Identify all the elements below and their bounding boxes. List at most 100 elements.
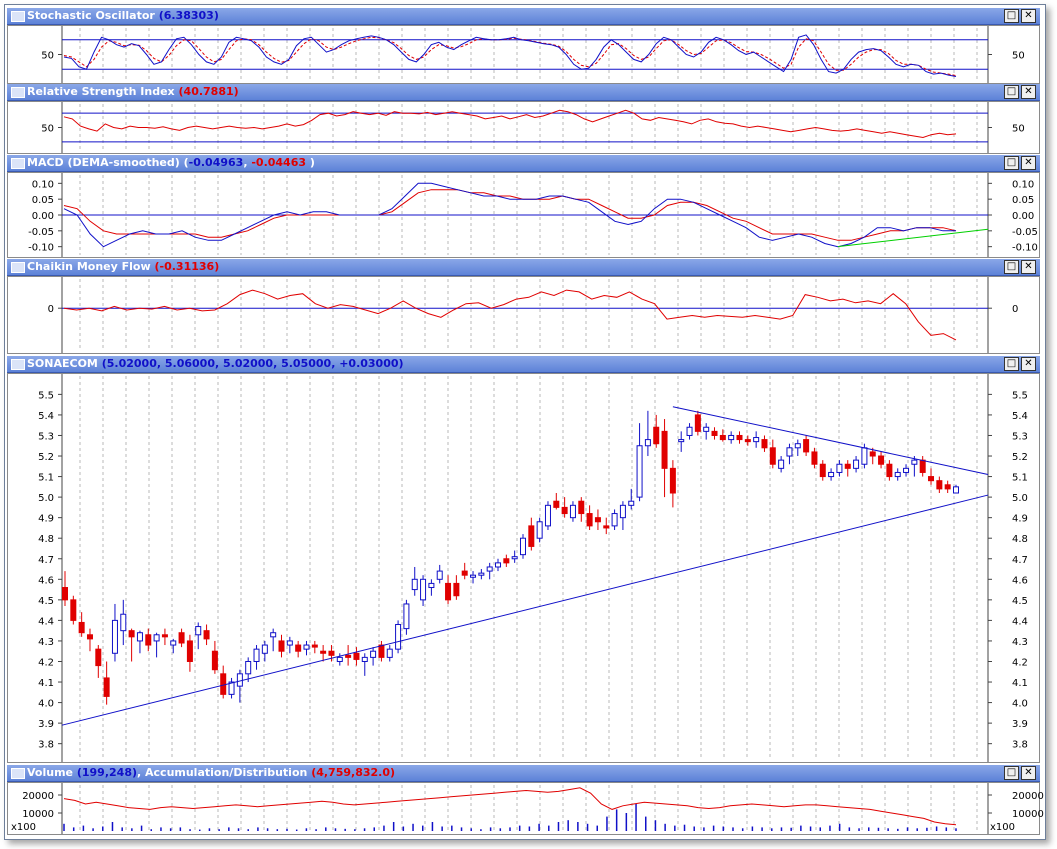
restore-button[interactable]: □ (1004, 156, 1019, 170)
stoch-line (63, 34, 957, 77)
cmf-panel: Chaikin Money Flow (-0.31136) □ ✕ 00 (7, 259, 1040, 354)
tick-label-left: 3.9 (38, 719, 54, 730)
candle-body (78, 621, 85, 634)
tick-label-left: 4.6 (38, 575, 54, 586)
candle-body (878, 455, 885, 465)
stochastic-titlebar[interactable]: Stochastic Oscillator (6.38303) □ ✕ (7, 8, 1040, 25)
candle-body (644, 439, 651, 447)
candle-body (436, 570, 443, 580)
candle-body (936, 480, 943, 490)
candle-body (619, 504, 626, 519)
cmf-titlebar[interactable]: Chaikin Money Flow (-0.31136) □ ✕ (7, 259, 1040, 276)
restore-button[interactable]: □ (1004, 357, 1019, 371)
tick-label-left: -0.10 (28, 243, 54, 254)
tick-label-left: 4.0 (38, 699, 54, 710)
macd-titlebar[interactable]: MACD (DEMA-smoothed) (-0.04963, -0.04463… (7, 155, 1040, 172)
paren-close: ) (306, 156, 315, 169)
rsi-titlebar[interactable]: Relative Strength Index (40.7881) □ ✕ (7, 84, 1040, 101)
panel-title: Chaikin Money Flow (27, 260, 151, 273)
volume-plot: 20000 20000 10000 10000 x100 x100 (11, 783, 1044, 834)
candle-body (703, 426, 710, 432)
tick-label-left: 10000 (22, 809, 54, 820)
candle-body (953, 486, 959, 494)
candle-body (786, 447, 793, 457)
restore-button[interactable]: □ (1004, 766, 1019, 780)
resistance-trendline (672, 406, 989, 476)
tick-label-left: 5.5 (38, 390, 54, 401)
tick-label-left: 4.9 (38, 514, 54, 525)
panel-icon (11, 262, 25, 273)
indicator-value: (-0.31136) (154, 260, 220, 273)
candle-body (694, 414, 701, 432)
tick-label-right: -0.05 (1012, 227, 1038, 238)
tick-label-left: -0.05 (28, 227, 54, 238)
panel-icon (11, 359, 25, 370)
candle-body (778, 459, 785, 469)
restore-button[interactable]: □ (1004, 85, 1019, 99)
cmf-line (63, 289, 957, 341)
candle-body (836, 463, 843, 473)
restore-button[interactable]: □ (1004, 260, 1019, 274)
candle-body (303, 644, 310, 650)
panel-title: Volume (27, 766, 73, 779)
tick-label-left: 5.4 (38, 411, 54, 422)
candle-body (678, 439, 685, 443)
tick-label-right: 4.3 (1012, 637, 1028, 648)
ad-line (63, 787, 957, 826)
tick-label-right: 4.5 (1012, 596, 1028, 607)
panel-title: SONAECOM (27, 357, 98, 370)
close-button[interactable]: ✕ (1021, 85, 1036, 99)
tick-label-right: 5.2 (1012, 452, 1028, 463)
candle-body (611, 513, 618, 527)
candle-body (544, 504, 551, 527)
candle-body (911, 459, 918, 465)
signal-value: -0.04463 (251, 156, 307, 169)
candle-body (345, 654, 352, 658)
close-button[interactable]: ✕ (1021, 9, 1036, 23)
tick-label-right: 4.2 (1012, 657, 1028, 668)
panel-icon (11, 87, 25, 98)
rsi-plot: 50 50 (41, 102, 1025, 153)
close-button[interactable]: ✕ (1021, 156, 1036, 170)
volume-panel: Volume (199,248), Accumulation/Distribut… (7, 765, 1044, 835)
candle-body (236, 673, 243, 687)
candle-body (628, 500, 635, 506)
candle-body (519, 537, 526, 556)
support-trendline (61, 494, 989, 726)
candle-body (819, 463, 826, 478)
volume-value: (199,248) (76, 766, 137, 779)
tick-label-left: 4.4 (38, 616, 54, 627)
close-button[interactable]: ✕ (1021, 260, 1036, 274)
candle-body (203, 630, 210, 640)
volume-titlebar[interactable]: Volume (199,248), Accumulation/Distribut… (7, 765, 1040, 782)
candle-body (403, 603, 410, 630)
candle-body (478, 572, 485, 576)
tick-label-left: 5.2 (38, 452, 54, 463)
candle-body (603, 525, 610, 529)
candle-body (386, 648, 393, 658)
candle-body (886, 463, 893, 478)
restore-button[interactable]: □ (1004, 9, 1019, 23)
tick-label-left: 0.05 (32, 195, 54, 206)
candle-body (211, 650, 218, 671)
candle-body (311, 644, 318, 648)
tick-label-right: 4.8 (1012, 534, 1028, 545)
close-button[interactable]: ✕ (1021, 766, 1036, 780)
tick-label-left: 0.00 (32, 211, 54, 222)
candle-body (861, 447, 868, 465)
price-titlebar[interactable]: SONAECOM (5.02000, 5.06000, 5.02000, 5.0… (7, 356, 1040, 373)
candle-body (536, 521, 543, 539)
candle-body (803, 439, 810, 453)
candle-body (95, 648, 102, 667)
macd-panel: MACD (DEMA-smoothed) (-0.04963, -0.04463… (7, 155, 1040, 258)
multiplier-label-left: x100 (11, 822, 36, 833)
separator: , (243, 156, 248, 169)
ad-value: (4,759,832.0) (311, 766, 396, 779)
price-plot: 5.5 5.5 5.4 5.4 5.3 5.3 5.2 5.2 5.1 5.1 5.0 5.0 4.9 4… (38, 374, 1028, 762)
candle-body (736, 434, 743, 441)
candle-body (753, 437, 760, 443)
tick-label-right: 4.6 (1012, 575, 1028, 586)
close-button[interactable]: ✕ (1021, 357, 1036, 371)
candle-body (286, 640, 293, 646)
candle-body (569, 504, 576, 519)
